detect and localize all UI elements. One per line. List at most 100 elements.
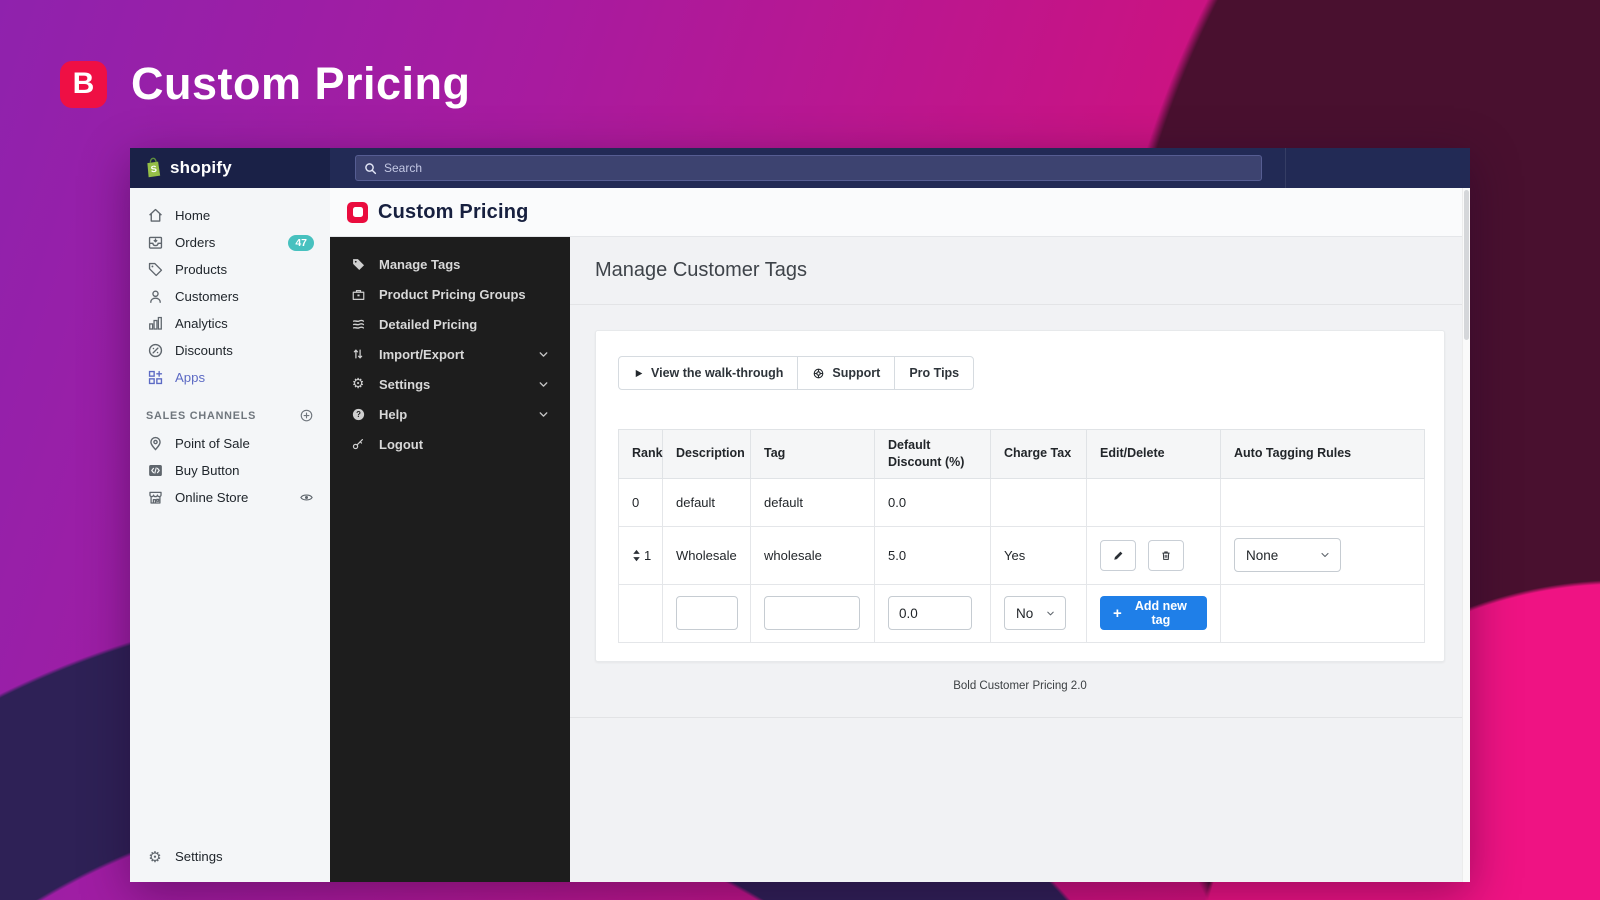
shopify-wordmark: shopify [170,158,232,177]
add-new-tag-button[interactable]: + Add new tag [1100,596,1207,631]
plus-icon: + [1113,604,1122,622]
sidebar-item-label: Point of Sale [175,436,250,451]
new-tag-input[interactable] [764,596,860,631]
pro-tips-button[interactable]: Pro Tips [894,356,975,390]
new-tag-row: No + Add new tag [618,583,1425,643]
chevron-down-icon [537,378,550,391]
discounts-icon [146,342,164,360]
chevron-down-icon [1045,608,1056,619]
table-row: 0 default default 0.0 [618,477,1425,527]
sort-handle-icon[interactable] [632,549,641,562]
shopify-logo-zone[interactable]: S shopify [130,148,330,188]
sidebar-item-point-of-sale[interactable]: Point of Sale [130,430,330,457]
sidebar-item-buy-button[interactable]: Buy Button [130,457,330,484]
delete-button[interactable] [1147,539,1184,571]
window-scrollbar[interactable] [1462,188,1470,882]
sidebar-item-label: Buy Button [175,463,240,478]
analytics-icon [146,315,164,333]
charge-tax-value: No [1016,605,1034,621]
sidebar-item-orders[interactable]: Orders 47 [130,229,330,256]
app-sidebar: Manage Tags Product Pricing Groups Detai… [330,237,570,882]
charge-tax-select[interactable]: No [1004,596,1066,631]
app-menu-label: Settings [379,376,431,392]
support-button[interactable]: Support [797,356,896,390]
chevron-down-icon [537,408,550,421]
cell-charge-tax [990,477,1087,527]
view-store-eye-icon[interactable] [299,490,314,505]
sidebar-item-label: Orders [175,235,216,250]
chevron-down-icon [537,348,550,361]
table-row: 1 Wholesale wholesale 5.0 Yes None [618,525,1425,585]
add-new-tag-label: Add new tag [1134,599,1187,628]
sidebar-item-label: Home [175,208,211,223]
buy-button-icon [146,462,164,480]
scrollbar-thumb[interactable] [1464,190,1469,340]
import-export-icon [350,346,366,362]
shopify-bag-icon: S [143,157,163,179]
home-icon [146,207,164,225]
cell-rank [618,583,663,643]
toolbox-icon [350,286,366,302]
app-menu-product-pricing-groups[interactable]: Product Pricing Groups [330,279,570,309]
app-menu-label: Product Pricing Groups [379,286,526,302]
customer-tags-table: Rank Description Tag Default Discount (%… [618,429,1425,643]
sidebar-item-analytics[interactable]: Analytics [130,310,330,337]
svg-text:?: ? [356,410,361,419]
cell-auto-tagging [1220,583,1425,643]
walkthrough-label: View the walk-through [651,366,784,380]
app-menu-settings[interactable]: ⚙ Settings [330,369,570,399]
gear-icon: ⚙ [148,847,162,866]
cell-rank: 1 [618,525,663,585]
products-tag-icon [146,261,164,279]
sidebar-item-customers[interactable]: Customers [130,283,330,310]
app-menu-label: Manage Tags [379,256,461,272]
cell-auto-tagging: None [1220,525,1425,585]
app-version-footer: Bold Customer Pricing 2.0 [953,680,1087,692]
col-default-discount: Default Discount (%) [874,429,991,479]
cell-description: default [662,477,751,527]
bold-logo-icon: B [60,60,107,108]
customers-icon [146,288,164,306]
page-title: Manage Customer Tags [595,259,807,281]
col-edit-delete: Edit/Delete [1086,429,1221,479]
sidebar-item-label: Online Store [175,490,249,505]
walkthrough-button[interactable]: View the walk-through [618,356,799,390]
auto-tagging-select[interactable]: None [1234,538,1341,573]
app-menu-manage-tags[interactable]: Manage Tags [330,249,570,279]
new-discount-input[interactable] [888,596,972,631]
orders-icon [146,234,164,252]
search-input[interactable] [384,161,1253,175]
app-title: Custom Pricing [378,200,529,223]
orders-count-badge: 47 [288,234,314,251]
sidebar-item-products[interactable]: Products [130,256,330,283]
cell-discount: 5.0 [874,525,991,585]
app-menu-logout[interactable]: Logout [330,429,570,459]
sidebar-item-home[interactable]: Home [130,202,330,229]
add-channel-icon[interactable] [299,408,314,423]
edit-button[interactable] [1100,539,1136,571]
hero-title: Custom Pricing [131,58,471,109]
apps-icon [146,369,164,387]
svg-text:S: S [150,164,157,175]
sidebar-item-online-store[interactable]: Online Store [130,484,330,511]
content-divider [570,717,1470,718]
sidebar-item-label: Customers [175,289,239,304]
table-header-row: Rank Description Tag Default Discount (%… [618,429,1425,479]
key-icon [350,436,366,452]
app-menu-label: Help [379,406,408,422]
new-description-input[interactable] [676,596,738,631]
sidebar-item-discounts[interactable]: Discounts [130,337,330,364]
app-header: Custom Pricing [330,188,1470,237]
pro-tips-label: Pro Tips [909,366,960,380]
point-of-sale-icon [146,435,164,453]
online-store-icon [146,489,164,507]
sidebar-item-apps[interactable]: Apps [130,364,330,391]
sidebar-item-settings[interactable]: ⚙ Settings [130,843,330,870]
tags-panel: View the walk-through Support Pro Tips R… [595,330,1445,662]
app-menu-import-export[interactable]: Import/Export [330,339,570,369]
app-menu-help[interactable]: ? Help [330,399,570,429]
search-box[interactable] [355,155,1262,181]
cell-tag: wholesale [750,525,875,585]
search-icon [364,162,377,175]
app-menu-detailed-pricing[interactable]: Detailed Pricing [330,309,570,339]
